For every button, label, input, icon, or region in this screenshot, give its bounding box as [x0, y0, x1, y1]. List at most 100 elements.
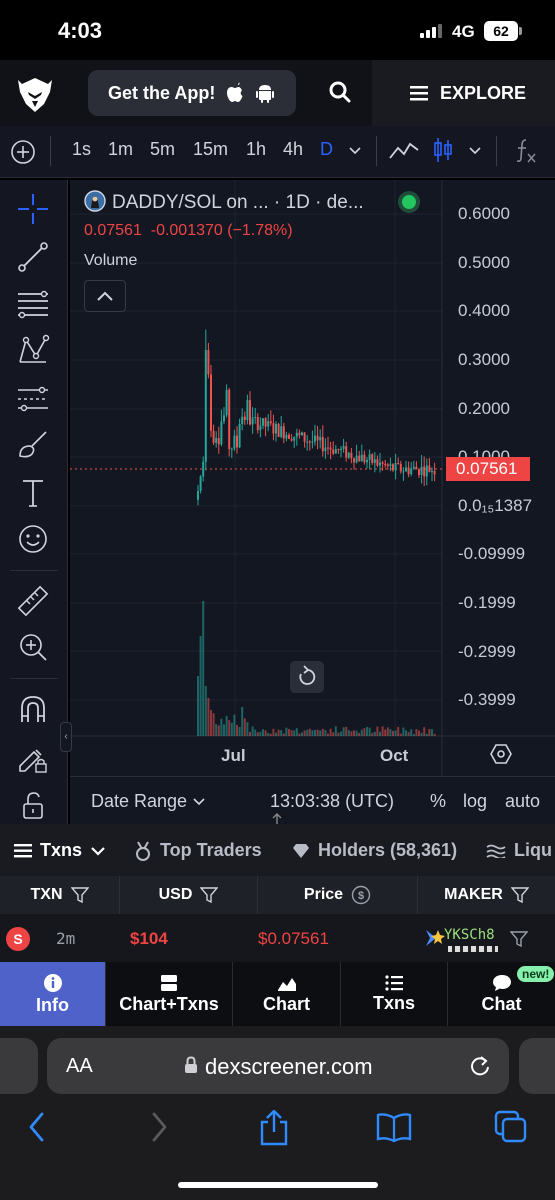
- column-header-price[interactable]: Price $: [258, 876, 418, 914]
- column-header-maker[interactable]: MAKER: [418, 876, 555, 914]
- candle-body: [420, 466, 423, 475]
- forward-icon[interactable]: [146, 1110, 170, 1144]
- new-badge: new!: [517, 966, 555, 982]
- log-scale-toggle[interactable]: log: [463, 791, 487, 812]
- candle-body: [433, 471, 436, 475]
- column-header-usd[interactable]: USD: [120, 876, 258, 914]
- indicators-fx-icon[interactable]: [514, 138, 538, 164]
- nav-chart-txns-label: Chart+Txns: [119, 993, 219, 1014]
- auto-scale-toggle[interactable]: auto: [505, 791, 540, 812]
- candlestick-icon[interactable]: [432, 136, 454, 164]
- brush-icon[interactable]: [16, 428, 50, 462]
- tab-liquidity[interactable]: Liqu: [486, 840, 552, 861]
- candle-body: [428, 465, 431, 472]
- candle-body: [303, 432, 306, 442]
- candle-body: [324, 447, 327, 452]
- chevron-down-icon[interactable]: [468, 146, 482, 156]
- nav-info[interactable]: Info: [0, 962, 106, 1026]
- ruler-icon[interactable]: [16, 584, 50, 618]
- candle-body: [251, 417, 254, 425]
- volume-bar: [418, 730, 420, 736]
- tab-top-traders[interactable]: Top Traders: [134, 840, 262, 861]
- volume-bar: [199, 636, 202, 736]
- add-symbol-icon[interactable]: [10, 139, 36, 165]
- filter-icon[interactable]: [510, 930, 528, 948]
- bookmarks-icon[interactable]: [376, 1110, 412, 1144]
- volume-bar: [397, 726, 400, 736]
- volume-bar: [433, 733, 436, 736]
- volume-bar: [347, 730, 350, 736]
- chart-legend-ohlc: 0.07561 -0.001370 (−1.78%): [84, 222, 293, 240]
- nav-chart[interactable]: Chart: [233, 962, 341, 1026]
- date-range-label: Date Range: [91, 791, 188, 811]
- url-text[interactable]: dexscreener.com: [205, 1054, 373, 1080]
- reader-options-button[interactable]: AA: [66, 1055, 93, 1078]
- dexscreener-logo-icon[interactable]: [14, 74, 56, 116]
- volume-bar: [282, 733, 285, 736]
- candle-body: [298, 432, 301, 436]
- volume-bar: [321, 728, 324, 736]
- chevron-down-icon[interactable]: [348, 146, 362, 156]
- tab-liquidity-label: Liqu: [514, 840, 552, 860]
- candle-body: [293, 436, 296, 441]
- prediction-tool-icon[interactable]: [16, 382, 50, 416]
- candle-body: [316, 435, 319, 441]
- volume-bar: [420, 732, 423, 736]
- next-tab-preview[interactable]: [519, 1038, 555, 1094]
- volume-bar: [405, 730, 407, 736]
- interval-1m[interactable]: 1m: [108, 139, 133, 160]
- filter-icon: [200, 887, 219, 904]
- zoom-in-icon[interactable]: [16, 630, 50, 664]
- magnet-icon[interactable]: [16, 692, 50, 726]
- candle-body: [314, 435, 316, 442]
- interval-1s[interactable]: 1s: [72, 139, 91, 160]
- candle-body: [381, 462, 384, 464]
- reset-chart-button[interactable]: [290, 661, 324, 693]
- collapse-legend-button[interactable]: [84, 280, 126, 312]
- interval-4h[interactable]: 4h: [283, 139, 303, 160]
- tabs-icon[interactable]: [494, 1110, 528, 1144]
- lock-icon: [185, 1056, 197, 1073]
- back-icon[interactable]: [26, 1110, 50, 1144]
- nav-chart-txns[interactable]: Chart+Txns: [106, 962, 233, 1026]
- percent-scale-toggle[interactable]: %: [430, 791, 446, 812]
- candle-body: [340, 448, 342, 451]
- collapse-toolbar-button[interactable]: ‹: [60, 722, 72, 752]
- unlock-icon[interactable]: [16, 788, 50, 822]
- get-the-app-button[interactable]: Get the App!: [88, 70, 296, 116]
- fib-retracement-icon[interactable]: [16, 288, 50, 322]
- line-chart-type-icon[interactable]: [388, 140, 420, 162]
- share-icon[interactable]: [258, 1110, 290, 1146]
- previous-tab-preview[interactable]: [0, 1038, 38, 1094]
- chart-settings-icon[interactable]: [490, 743, 512, 765]
- nav-txns[interactable]: Txns: [341, 962, 448, 1026]
- candle-body: [363, 454, 366, 463]
- txn-age: 2m: [56, 929, 76, 948]
- volume-bar: [394, 730, 397, 736]
- volume-bar: [431, 729, 433, 736]
- tab-txns[interactable]: Txns: [14, 840, 106, 861]
- tools-divider: [10, 570, 58, 571]
- reload-icon[interactable]: [468, 1052, 492, 1078]
- volume-bar: [264, 730, 267, 736]
- lock-drawings-icon[interactable]: [16, 740, 50, 774]
- interval-5m[interactable]: 5m: [150, 139, 175, 160]
- emoji-icon[interactable]: [16, 522, 50, 556]
- volume-bar: [402, 727, 405, 736]
- tools-divider: [10, 678, 58, 679]
- maker-address-link[interactable]: YKSCh8: [444, 927, 495, 943]
- search-icon[interactable]: [328, 80, 352, 104]
- trend-line-icon[interactable]: [16, 240, 50, 274]
- explore-menu-button[interactable]: EXPLORE: [372, 60, 555, 126]
- interval-15m[interactable]: 15m: [193, 139, 228, 160]
- column-header-txn[interactable]: TXN: [0, 876, 120, 914]
- pattern-tool-icon[interactable]: [16, 334, 50, 368]
- tab-holders[interactable]: Holders (58,361): [292, 840, 457, 861]
- date-range-button[interactable]: Date Range: [91, 791, 206, 812]
- text-tool-icon[interactable]: [16, 476, 50, 510]
- interval-1h[interactable]: 1h: [246, 139, 266, 160]
- crosshair-icon[interactable]: [16, 192, 50, 226]
- candle-body: [262, 418, 264, 426]
- utc-clock[interactable]: 13:03:38 (UTC): [270, 791, 394, 812]
- interval-d-active[interactable]: D: [320, 139, 333, 160]
